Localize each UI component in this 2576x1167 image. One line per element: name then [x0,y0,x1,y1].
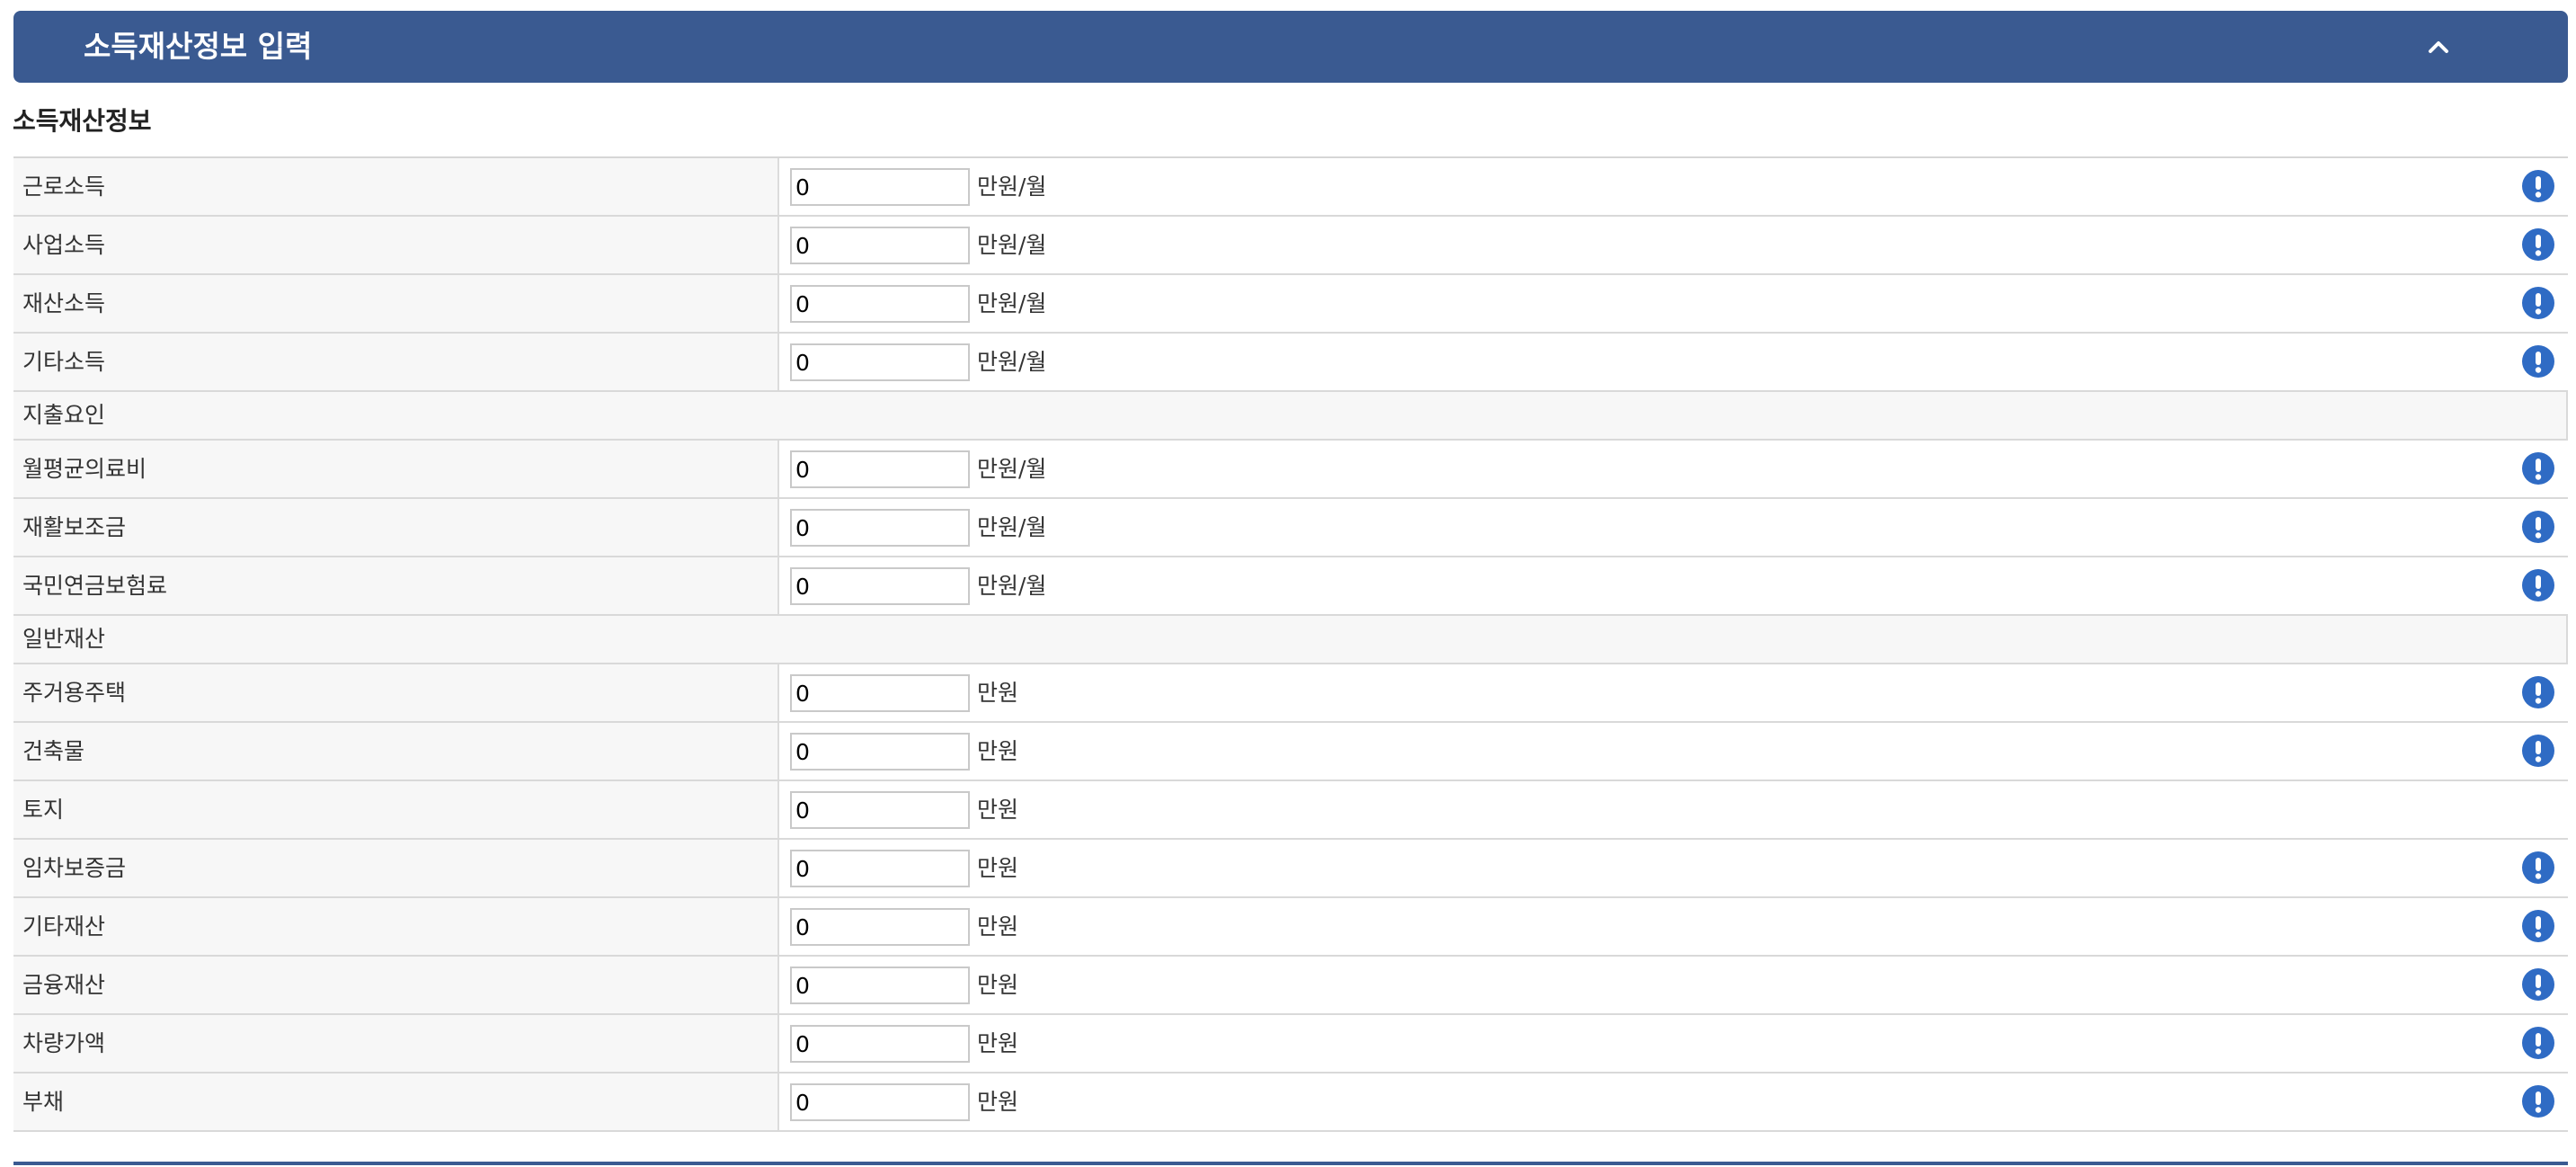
unit-label: 만원 [977,855,1019,881]
unit-label: 만원 [977,738,1019,764]
amount-input[interactable] [790,285,970,323]
unit-label: 만원 [977,913,1019,940]
field-label: 근로소득 [22,174,106,200]
field-label: 재산소득 [22,290,106,316]
label-cell: 건축물 [13,723,779,779]
table-row: 차량가액 만원 [13,1015,2568,1073]
group-label: 일반재산 [22,626,106,652]
exclamation-circle-icon[interactable] [2521,227,2555,262]
section-title: 소득재산정보 [13,106,152,136]
group-header-row: 일반재산 [13,616,2568,664]
field-label: 사업소득 [22,232,106,258]
table-row: 사업소득 만원/월 [13,217,2568,275]
label-cell: 금융재산 [13,957,779,1013]
table-row: 국민연금보험료 만원/월 [13,557,2568,616]
label-cell: 기타소득 [13,334,779,390]
field-label: 건축물 [22,738,85,764]
amount-input[interactable] [790,227,970,264]
unit-label: 만원/월 [977,174,1047,200]
field-label: 기타재산 [22,913,106,940]
field-label: 임차보증금 [22,855,127,881]
label-cell: 월평균의료비 [13,441,779,497]
amount-input[interactable] [790,791,970,829]
field-label: 부채 [22,1089,65,1115]
table-row: 근로소득 만원/월 [13,158,2568,217]
table-row: 부채 만원 [13,1073,2568,1132]
table-row: 금융재산 만원 [13,957,2568,1015]
amount-input[interactable] [790,567,970,605]
income-asset-table: 근로소득만원/월사업소득만원/월재산소득만원/월기타소득만원/월지출요인월평균의… [13,156,2568,1132]
table-row: 재활보조금 만원/월 [13,499,2568,557]
group-header-row: 지출요인 [13,392,2568,441]
amount-input[interactable] [790,168,970,206]
exclamation-circle-icon[interactable] [2521,1084,2555,1118]
amount-input[interactable] [790,674,970,712]
amount-input[interactable] [790,509,970,547]
label-cell: 임차보증금 [13,840,779,896]
amount-input[interactable] [790,1025,970,1063]
panel-title: 소득재산정보 입력 [84,29,313,64]
exclamation-circle-icon[interactable] [2521,675,2555,709]
table-row: 기타소득 만원/월 [13,334,2568,392]
exclamation-circle-icon[interactable] [2521,286,2555,320]
field-label: 재활보조금 [22,514,127,540]
unit-label: 만원 [977,972,1019,998]
group-label: 지출요인 [22,402,106,428]
label-cell: 기타재산 [13,898,779,955]
label-cell: 근로소득 [13,158,779,215]
field-label: 국민연금보험료 [22,573,168,599]
unit-label: 만원 [977,797,1019,823]
unit-label: 만원/월 [977,456,1047,482]
table-row: 기타재산 만원 [13,898,2568,957]
unit-label: 만원/월 [977,514,1047,540]
exclamation-circle-icon[interactable] [2521,451,2555,486]
amount-input[interactable] [790,343,970,381]
field-label: 기타소득 [22,349,106,375]
label-cell: 사업소득 [13,217,779,273]
exclamation-circle-icon[interactable] [2521,909,2555,943]
label-cell: 부채 [13,1073,779,1130]
table-row: 건축물 만원 [13,723,2568,781]
bottom-divider [13,1162,2568,1165]
exclamation-circle-icon[interactable] [2521,967,2555,1002]
field-label: 토지 [22,797,65,823]
unit-label: 만원/월 [977,573,1047,599]
exclamation-circle-icon[interactable] [2521,851,2555,885]
table-row: 주거용주택 만원 [13,664,2568,723]
unit-label: 만원 [977,680,1019,706]
amount-input[interactable] [790,1083,970,1121]
unit-label: 만원 [977,1030,1019,1056]
amount-input[interactable] [790,908,970,946]
amount-input[interactable] [790,450,970,488]
label-cell: 차량가액 [13,1015,779,1072]
exclamation-circle-icon[interactable] [2521,568,2555,602]
label-cell: 재활보조금 [13,499,779,556]
exclamation-circle-icon[interactable] [2521,169,2555,203]
exclamation-circle-icon[interactable] [2521,344,2555,379]
label-cell: 주거용주택 [13,664,779,721]
field-label: 차량가액 [22,1030,106,1056]
unit-label: 만원/월 [977,232,1047,258]
amount-input[interactable] [790,733,970,771]
unit-label: 만원/월 [977,290,1047,316]
label-cell: 토지 [13,781,779,838]
label-cell: 국민연금보험료 [13,557,779,614]
amount-input[interactable] [790,967,970,1004]
panel-header[interactable]: 소득재산정보 입력 [13,11,2568,83]
table-row: 재산소득 만원/월 [13,275,2568,334]
amount-input[interactable] [790,850,970,887]
field-label: 금융재산 [22,972,106,998]
field-label: 월평균의료비 [22,456,147,482]
table-row: 월평균의료비 만원/월 [13,441,2568,499]
chevron-up-icon[interactable] [2422,31,2455,63]
unit-label: 만원/월 [977,349,1047,375]
exclamation-circle-icon[interactable] [2521,1026,2555,1060]
unit-label: 만원 [977,1089,1019,1115]
label-cell: 재산소득 [13,275,779,332]
exclamation-circle-icon[interactable] [2521,734,2555,768]
table-row: 토지 만원 [13,781,2568,840]
field-label: 주거용주택 [22,680,127,706]
table-row: 임차보증금 만원 [13,840,2568,898]
exclamation-circle-icon[interactable] [2521,510,2555,544]
